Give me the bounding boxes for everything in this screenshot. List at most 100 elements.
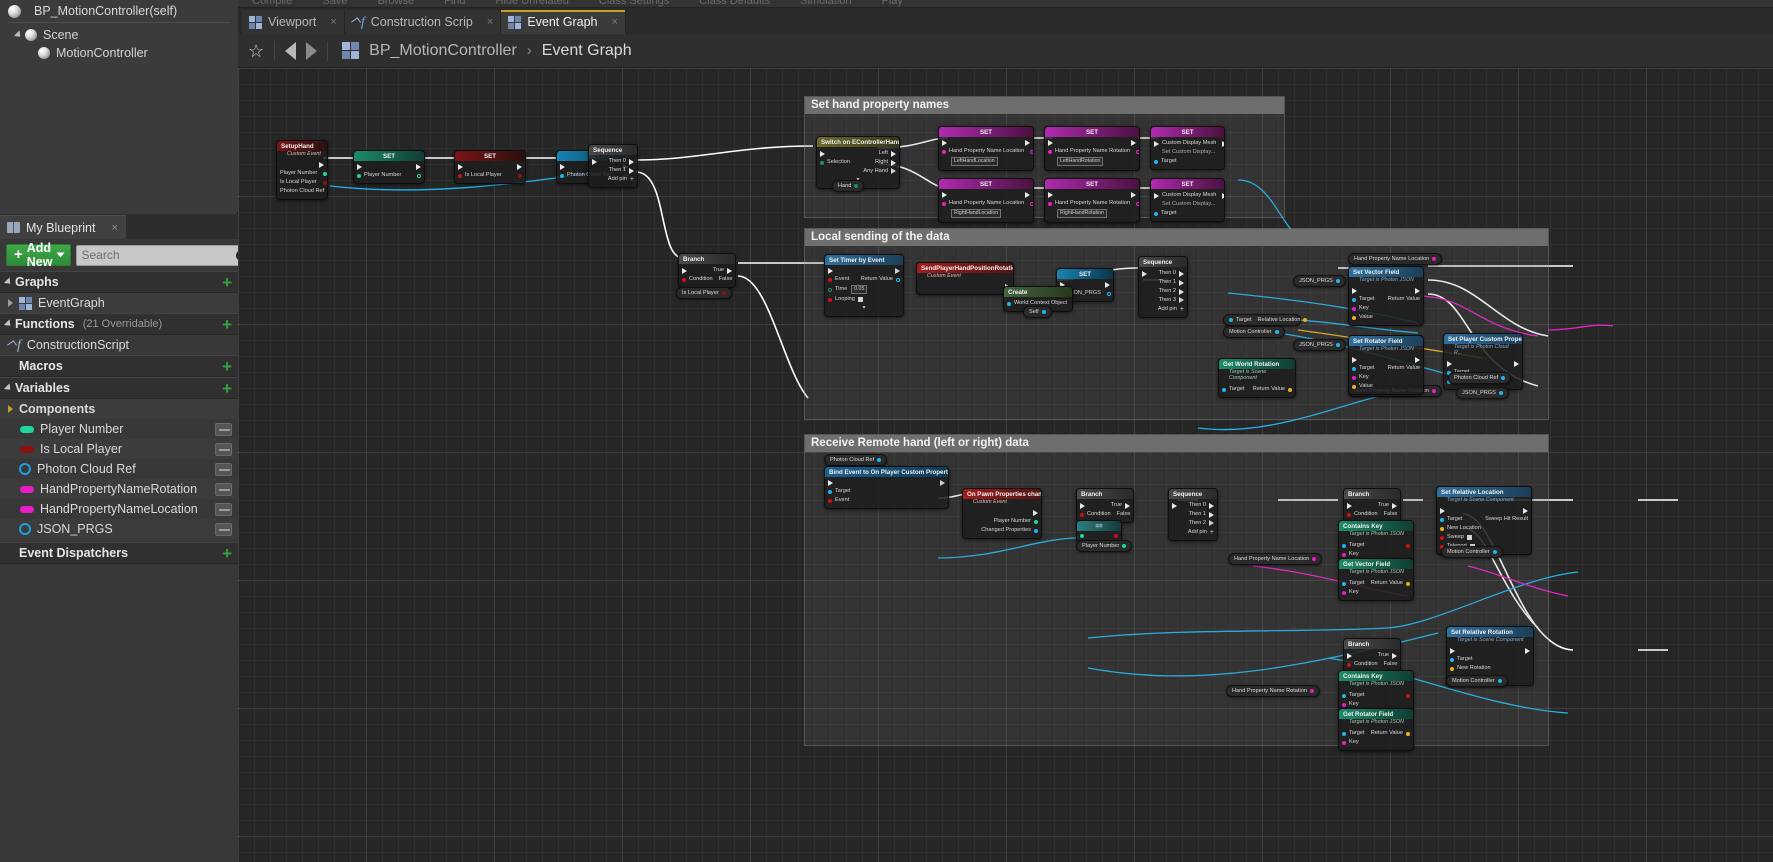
outliner-item-scene[interactable]: Scene — [0, 26, 238, 44]
plus-icon[interactable]: + — [1210, 529, 1214, 536]
variable-visibility-toggle[interactable] — [215, 502, 232, 516]
forward-arrow-icon[interactable] — [306, 41, 318, 60]
addpin-label[interactable]: Add pin — [1158, 306, 1177, 313]
input-pin[interactable] — [1048, 149, 1052, 154]
output-pin[interactable] — [1432, 257, 1437, 261]
exec-out-pin[interactable] — [1392, 652, 1397, 659]
output-pin[interactable] — [1106, 291, 1111, 296]
exec-out-pin[interactable] — [1179, 288, 1184, 295]
input-pin[interactable] — [828, 498, 832, 503]
exec-out-pin[interactable] — [1033, 510, 1038, 516]
value-field[interactable]: RightHandLocation — [951, 209, 1002, 218]
section-variables[interactable]: Variables + — [0, 377, 238, 399]
node-is-local-player-var[interactable]: Is Local Player — [676, 287, 732, 299]
node-set-left-hand-rotation[interactable]: SET Hand Property Name Rotation LeftHand… — [1044, 126, 1140, 171]
input-pin[interactable] — [1352, 306, 1356, 311]
output-pin[interactable] — [322, 180, 327, 185]
variable-item-handpropertynamerotation[interactable]: HandPropertyNameRotation — [0, 479, 238, 499]
exec-in-pin[interactable] — [1352, 288, 1357, 294]
exec-out-pin[interactable] — [1025, 192, 1030, 198]
output-pin[interactable] — [1497, 679, 1502, 683]
toolbar-item-hide-unrelated[interactable]: Hide Unrelated — [496, 0, 569, 7]
exec-out-pin[interactable] — [1415, 357, 1420, 363]
favorite-star-icon[interactable]: ☆ — [248, 42, 264, 60]
exec-out-pin[interactable] — [1222, 192, 1224, 199]
exec-in-pin[interactable] — [560, 164, 565, 170]
node-json-prgs-a[interactable]: JSON_PRGS — [1293, 275, 1346, 287]
input-pin[interactable] — [828, 277, 832, 282]
output-pin[interactable] — [1406, 581, 1410, 586]
toolbar-item-browse[interactable]: Browse — [377, 0, 414, 7]
add-macro-button[interactable]: + — [222, 358, 232, 375]
node-photon-cloud-ref-var-2[interactable]: Photon Cloud Ref — [824, 454, 888, 466]
looping-checkbox[interactable] — [857, 297, 863, 302]
output-pin[interactable] — [1135, 149, 1139, 154]
exec-in-pin[interactable] — [820, 150, 825, 157]
node-send-player-hand-position-rotation[interactable]: SendPlayerHandPositionRotation Custom Ev… — [916, 262, 1014, 295]
node-set-timer-by-event[interactable]: Set Timer by Event Event Return Value Tim… — [824, 254, 904, 317]
add-variable-button[interactable]: + — [222, 380, 232, 397]
input-pin[interactable] — [1440, 526, 1444, 531]
target-pin[interactable] — [1450, 657, 1454, 662]
exec-out-pin[interactable] — [940, 479, 945, 486]
exec-out-pin[interactable] — [1400, 512, 1401, 518]
tab-event-graph[interactable]: Event Graph × — [501, 10, 626, 34]
exec-in-pin[interactable] — [1347, 502, 1352, 509]
input-pin[interactable] — [1352, 297, 1356, 302]
exec-out-pin[interactable] — [1133, 512, 1134, 518]
exec-out-pin[interactable] — [1222, 140, 1224, 147]
value-field[interactable]: LeftHandRotation — [1057, 157, 1104, 166]
node-bind-event-custom-props-changed[interactable]: Bind Event to On Player Custom Propertie… — [824, 466, 949, 509]
search-input[interactable] — [81, 248, 237, 262]
variable-item-json-prgs[interactable]: JSON_PRGS — [0, 519, 238, 539]
target-pin[interactable] — [1440, 517, 1444, 522]
target-pin[interactable] — [828, 489, 832, 494]
input-pin[interactable] — [1342, 590, 1346, 595]
breadcrumb-blueprint[interactable]: BP_MotionController — [369, 42, 517, 60]
node-set-custom-display-mesh-right[interactable]: SET Custom Display Mesh Set Custom Displ… — [1150, 178, 1225, 222]
tab-construction-script[interactable]: f Construction Scrip × — [344, 10, 502, 34]
value-field[interactable]: LeftHandLocation — [951, 157, 998, 166]
input-pin[interactable] — [1450, 666, 1454, 671]
toolbar-item-save[interactable]: Save — [322, 0, 347, 7]
output-pin[interactable] — [1312, 557, 1317, 561]
node-set-rotator-field[interactable]: Set Rotator Field Target is Photon JSON … — [1348, 335, 1424, 395]
exec-in-pin[interactable] — [1440, 508, 1445, 514]
node-hand-property-name-location-1[interactable]: Hand Property Name Location — [1348, 253, 1443, 265]
addpin-label[interactable]: Add pin — [608, 176, 627, 183]
variable-item-photon-cloud-ref[interactable]: Photon Cloud Ref — [0, 459, 238, 479]
add-new-button[interactable]: + Add New — [6, 241, 72, 269]
exec-out-pin[interactable] — [1209, 511, 1214, 518]
collapse-triangle-icon[interactable] — [3, 383, 14, 393]
exec-in-pin[interactable] — [942, 192, 947, 198]
expand-triangle-icon[interactable] — [8, 405, 13, 413]
exec-in-pin[interactable] — [828, 268, 833, 274]
node-contains-key-1[interactable]: Contains Key Target is Photon JSON Targe… — [1338, 520, 1414, 563]
breadcrumb-graph[interactable]: Event Graph — [542, 42, 632, 60]
input-pin[interactable] — [1440, 535, 1444, 540]
node-branch-3[interactable]: Branch True Condition False — [1343, 488, 1401, 523]
tab-viewport[interactable]: Viewport × — [242, 10, 345, 34]
close-icon[interactable]: × — [111, 222, 117, 234]
node-branch-1[interactable]: Branch True Condition False — [678, 253, 736, 288]
input-pin[interactable] — [1080, 534, 1084, 538]
input-pin[interactable] — [560, 173, 564, 178]
input-pin[interactable] — [458, 173, 462, 178]
output-pin[interactable] — [1309, 689, 1314, 693]
output-pin[interactable] — [877, 458, 882, 462]
output-pin[interactable] — [896, 277, 900, 282]
exec-in-pin[interactable] — [357, 164, 362, 170]
input-pin[interactable] — [1347, 662, 1351, 667]
output-pin[interactable] — [1030, 201, 1033, 206]
output-pin[interactable] — [1498, 391, 1503, 395]
exec-out-pin[interactable] — [1209, 502, 1214, 509]
exec-out-pin[interactable] — [1209, 520, 1214, 527]
node-branch-2[interactable]: Branch True Condition False — [1076, 488, 1134, 523]
node-set-right-hand-rotation[interactable]: SET Hand Property Name Rotation RightHan… — [1044, 178, 1140, 223]
node-set-player-number[interactable]: SET Player Number — [353, 150, 425, 184]
plus-icon[interactable]: + — [1180, 306, 1184, 313]
event-graph-canvas[interactable]: Set hand property names Local sending of… — [238, 68, 1773, 862]
expand-triangle-icon[interactable] — [13, 30, 24, 40]
node-hand-variable[interactable]: Hand — [832, 180, 865, 192]
node-set-right-hand-location[interactable]: SET Hand Property Name Location RightHan… — [938, 178, 1034, 223]
